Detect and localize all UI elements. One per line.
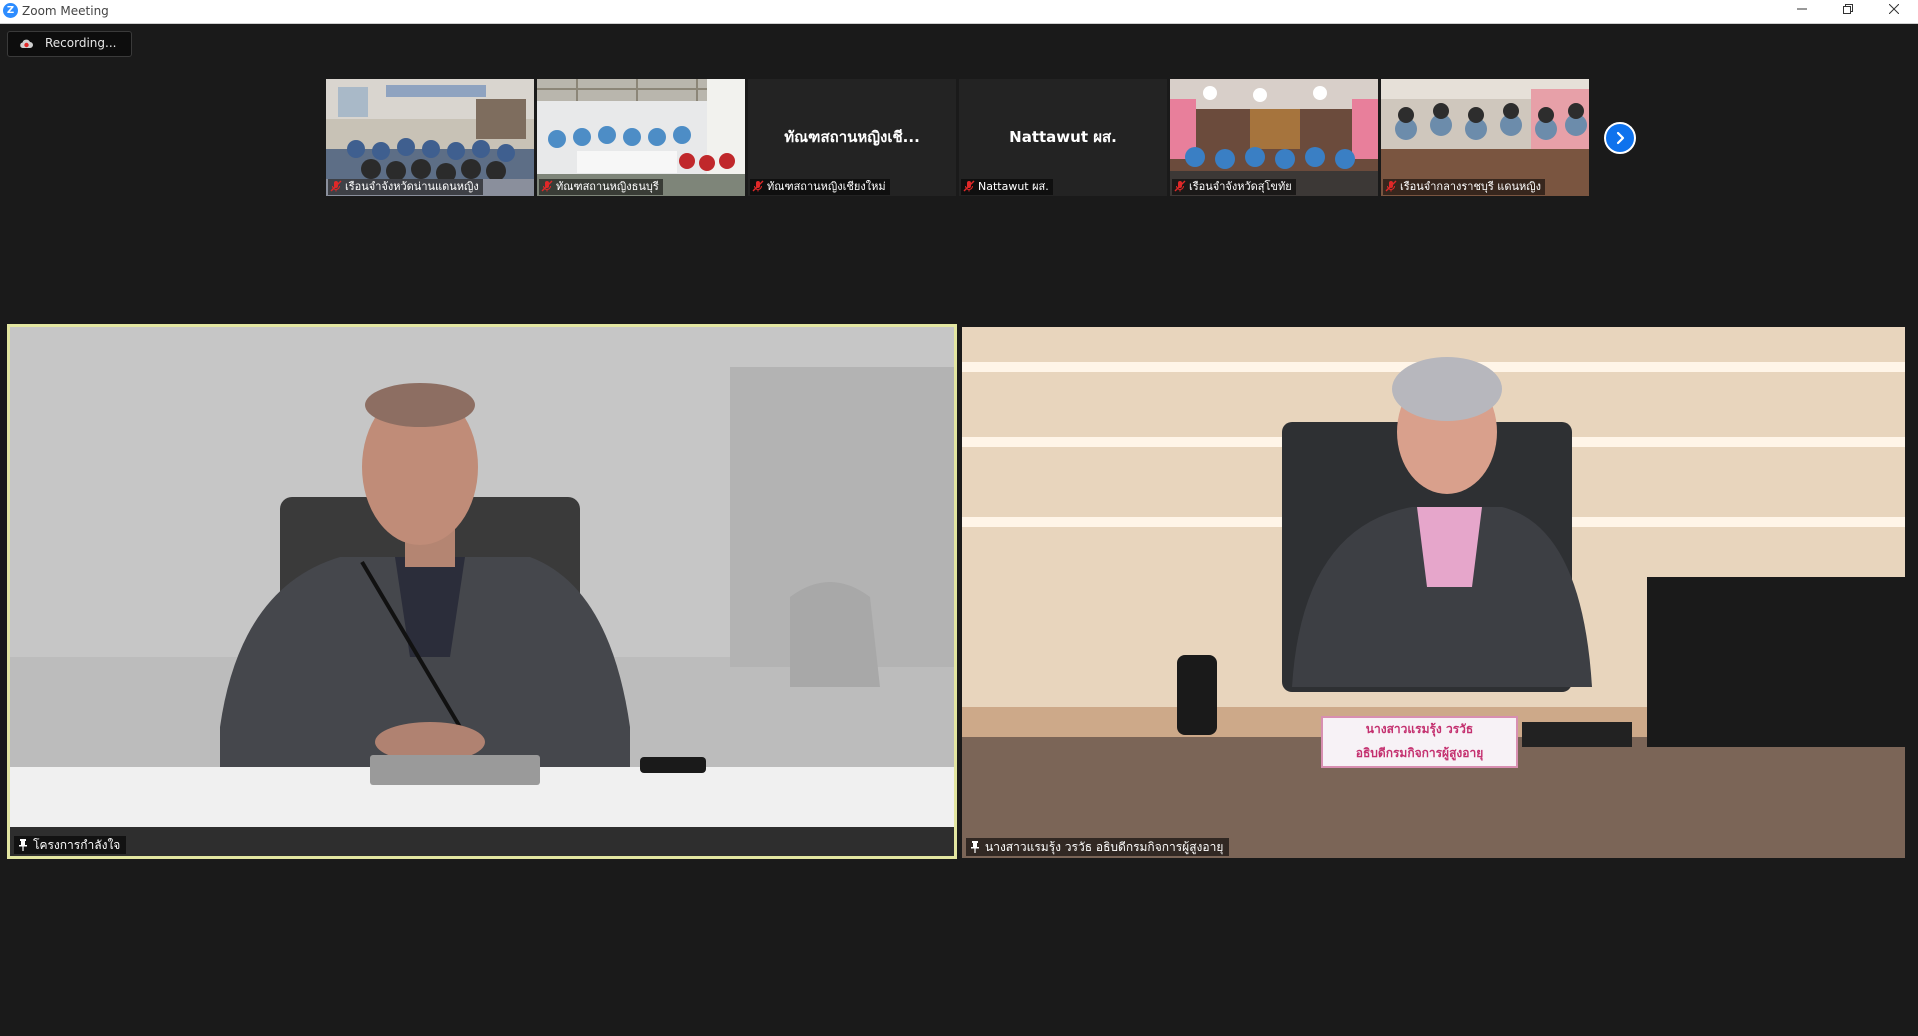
nameplate-line-2: อธิบดีกรมกิจการผู้สูงอายุ xyxy=(1355,746,1484,760)
participant-name: ทัณฑสถานหญิงธนบุรี xyxy=(556,180,659,193)
pin-icon xyxy=(19,839,27,851)
participant-name: เรือนจำจังหวัดน่านแดนหญิง xyxy=(345,180,479,193)
participant-display-name: Nattawut ผส. xyxy=(1009,128,1117,146)
speaker-video xyxy=(10,327,954,856)
mic-muted-icon xyxy=(1174,180,1186,192)
window-titlebar: Z Zoom Meeting xyxy=(0,0,1918,24)
zoom-logo-icon: Z xyxy=(3,3,18,18)
participant-name: โครงการกำลังใจ xyxy=(33,838,121,852)
participant-display-name: ทัณฑสถานหญิงเชี... xyxy=(784,128,920,146)
mic-muted-icon xyxy=(330,180,342,192)
cloud-recording-icon xyxy=(20,39,33,48)
recording-indicator[interactable]: Recording... xyxy=(7,31,132,57)
participant-nametag: ทัณฑสถานหญิงเชียงใหม่ xyxy=(750,179,890,195)
participant-name: เรือนจำจังหวัดสุโขทัย xyxy=(1189,180,1292,193)
restore-button[interactable] xyxy=(1825,0,1871,23)
mic-muted-icon xyxy=(1385,180,1397,192)
mic-muted-icon xyxy=(752,180,764,192)
mic-muted-icon xyxy=(963,180,975,192)
close-icon xyxy=(1888,3,1900,15)
participant-name: นางสาวแรมรุ้ง วรวัธ อธิบดีกรมกิจการผู้สู… xyxy=(985,840,1224,854)
participant-name: เรือนจำกลางราชบุรี แดนหญิง xyxy=(1400,180,1542,193)
main-video-tile-active[interactable]: โครงการกำลังใจ xyxy=(7,324,957,859)
participant-thumbnail[interactable]: Nattawut ผส. Nattawut ผส. xyxy=(959,79,1167,196)
participant-nametag: ทัณฑสถานหญิงธนบุรี xyxy=(539,179,663,195)
main-video-tile[interactable]: นางสาวแรมรุ้ง วรวัธ อธิบดีกรมกิจการผู้สู… xyxy=(962,327,1905,858)
nameplate-line-1: นางสาวแรมรุ้ง วรวัธ xyxy=(1365,722,1474,736)
participant-nametag: นางสาวแรมรุ้ง วรวัธ อธิบดีกรมกิจการผู้สู… xyxy=(966,838,1230,856)
participant-name: Nattawut ผส. xyxy=(978,180,1049,193)
participant-thumbnail[interactable]: เรือนจำจังหวัดสุโขทัย xyxy=(1170,79,1378,196)
minimize-icon xyxy=(1797,8,1807,10)
close-button[interactable] xyxy=(1871,0,1917,23)
participant-nametag: เรือนจำกลางราชบุรี แดนหญิง xyxy=(1383,179,1546,195)
chevron-right-icon xyxy=(1616,131,1625,145)
participant-thumbnail[interactable]: ทัณฑสถานหญิงเชี... ทัณฑสถานหญิงเชียงใหม่ xyxy=(748,79,956,196)
participant-thumbnail[interactable]: เรือนจำกลางราชบุรี แดนหญิง xyxy=(1381,79,1589,196)
participant-nametag: เรือนจำจังหวัดสุโขทัย xyxy=(1172,179,1296,195)
participant-nametag: โครงการกำลังใจ xyxy=(14,836,127,854)
window-title: Zoom Meeting xyxy=(22,4,109,18)
speaker-video xyxy=(962,327,1905,858)
participant-nametag: เรือนจำจังหวัดน่านแดนหญิง xyxy=(328,179,483,195)
pin-icon xyxy=(971,841,979,853)
participant-nametag: Nattawut ผส. xyxy=(961,179,1053,195)
participant-name: ทัณฑสถานหญิงเชียงใหม่ xyxy=(767,180,886,193)
desk-nameplate: นางสาวแรมรุ้ง วรวัธ อธิบดีกรมกิจการผู้สู… xyxy=(1322,717,1517,767)
minimize-button[interactable] xyxy=(1779,0,1825,23)
restore-icon xyxy=(1843,4,1853,14)
recording-label: Recording... xyxy=(45,36,117,50)
mic-muted-icon xyxy=(541,180,553,192)
gallery-next-page-button[interactable] xyxy=(1604,122,1636,154)
participant-thumbnail[interactable]: เรือนจำจังหวัดน่านแดนหญิง xyxy=(326,79,534,196)
participant-thumbnail[interactable]: ทัณฑสถานหญิงธนบุรี xyxy=(537,79,745,196)
